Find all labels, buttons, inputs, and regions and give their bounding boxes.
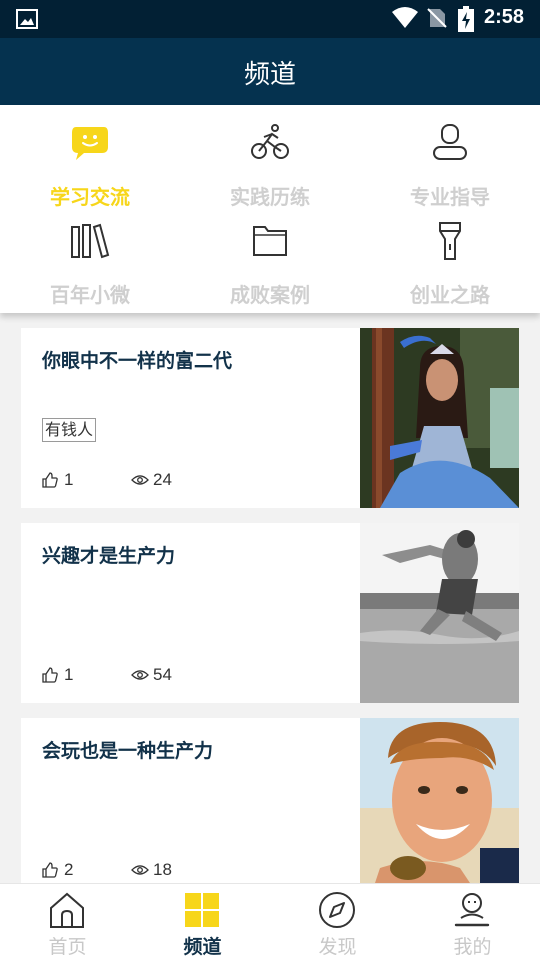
channel-grid: 学习交流 实践历练 专业指导 百年小微 成败案例 创业之路 [0,105,540,313]
channel-item-startup[interactable]: 创业之路 [360,209,540,313]
tab-discover[interactable]: 发现 [270,884,405,960]
chat-bubble-icon [72,127,108,160]
article-thumbnail[interactable] [360,328,519,508]
view-count: 18 [153,860,172,879]
tab-home[interactable]: 首页 [0,884,135,960]
channel-item-guidance[interactable]: 专业指导 [360,105,540,209]
books-icon [71,223,110,259]
article-thumbnail[interactable] [360,718,519,883]
like-count: 2 [64,860,74,879]
channel-item-study[interactable]: 学习交流 [0,105,180,209]
article-card[interactable]: 会玩也是一种生产力 2 18 [21,718,519,883]
article-title: 你眼中不一样的富二代 [42,350,233,372]
thumbs-up-icon[interactable] [42,862,58,878]
folder-icon [253,226,287,256]
channel-label: 专业指导 [410,185,490,209]
app-bar: 频道 [0,38,540,105]
article-card[interactable]: 兴趣才是生产力 1 54 [21,523,519,703]
article-feed[interactable]: 你眼中不一样的富二代 有钱人 1 24 兴趣才是生产力 1 54 会玩也是一种生… [0,313,540,883]
tab-channel[interactable]: 频道 [135,884,270,960]
channel-label: 实践历练 [230,185,310,209]
tab-label: 首页 [48,936,87,958]
view-count: 24 [153,470,172,489]
channel-label: 学习交流 [50,185,130,209]
eye-icon [131,670,149,680]
status-bar: 2:58 [0,0,540,38]
view-count: 54 [153,665,172,684]
channel-item-cases[interactable]: 成败案例 [180,209,360,313]
no-sim-icon [427,8,447,28]
user-icon [454,893,490,927]
cyclist-icon [251,124,289,159]
wifi-icon [392,7,418,28]
thumbs-up-icon[interactable] [42,472,58,488]
thumbs-up-icon[interactable] [42,667,58,683]
like-count: 1 [64,665,74,684]
image-notification-icon [16,9,38,29]
channel-label: 成败案例 [230,283,310,307]
eye-icon [131,475,149,485]
flashlight-icon [439,222,461,260]
channel-label: 百年小微 [50,283,130,307]
page-title: 频道 [243,60,296,90]
person-icon [433,124,467,160]
grid-icon [185,893,219,927]
channel-item-micro[interactable]: 百年小微 [0,209,180,313]
status-time: 2:58 [484,6,525,28]
tab-label: 发现 [318,936,357,958]
channel-label: 创业之路 [410,283,490,307]
like-count: 1 [64,470,74,489]
eye-icon [131,865,149,875]
article-tag[interactable]: 有钱人 [42,418,97,442]
tab-label: 我的 [453,936,492,958]
compass-icon [319,892,355,928]
home-icon [50,892,84,928]
bottom-tab-bar: 首页 频道 发现 我的 [0,883,540,960]
battery-charging-icon [458,6,474,32]
article-title: 会玩也是一种生产力 [42,740,214,762]
channel-item-practice[interactable]: 实践历练 [180,105,360,209]
tab-mine[interactable]: 我的 [405,884,540,960]
tab-label: 频道 [183,936,222,958]
article-card[interactable]: 你眼中不一样的富二代 有钱人 1 24 [21,328,519,508]
article-thumbnail[interactable] [360,523,519,703]
article-title: 兴趣才是生产力 [42,545,176,567]
